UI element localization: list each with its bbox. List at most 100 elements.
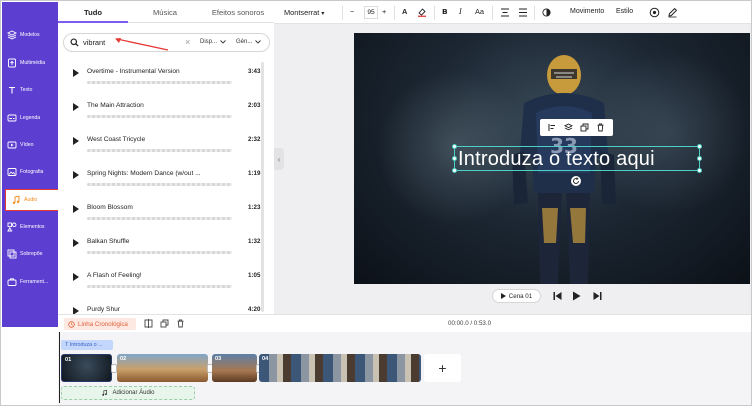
sidebar-item-video[interactable]: Vídeo [2, 134, 58, 156]
timeline-button[interactable]: Linha Cronológica [64, 318, 136, 330]
resize-handle[interactable] [452, 156, 457, 161]
list-item[interactable]: The Main Attraction 2:03 [58, 92, 274, 126]
align-center-icon[interactable] [500, 8, 510, 17]
availability-filter-dropdown[interactable]: Disp... [200, 39, 226, 45]
resize-handle[interactable] [697, 156, 702, 161]
bold-button[interactable]: B [442, 7, 448, 16]
play-icon[interactable] [572, 291, 581, 301]
movement-button[interactable]: Movimento [570, 8, 604, 15]
caption-icon [7, 114, 17, 122]
resize-handle[interactable] [697, 168, 702, 173]
play-icon[interactable] [73, 205, 79, 213]
resize-handle[interactable] [452, 168, 457, 173]
tab-tudo[interactable]: Tudo [58, 2, 128, 23]
music-note-icon [12, 195, 20, 204]
resize-handle[interactable] [697, 144, 702, 149]
chevron-left-icon: ‹ [277, 154, 281, 164]
genre-filter-dropdown[interactable]: Gén... [236, 39, 262, 45]
play-icon[interactable] [73, 239, 79, 247]
trash-icon[interactable] [596, 123, 605, 132]
video-preview-canvas[interactable]: 33 Introduza o texto aqui [354, 33, 750, 284]
effects-icon[interactable] [649, 7, 660, 18]
play-icon[interactable] [73, 307, 79, 314]
overlay-icon [7, 249, 17, 259]
trash-icon[interactable] [176, 319, 185, 328]
clear-search-icon[interactable]: × [185, 37, 190, 47]
shapes-icon [7, 222, 17, 232]
resize-handle[interactable] [452, 144, 457, 149]
playhead[interactable] [59, 332, 60, 403]
edit-pencil-icon[interactable] [667, 7, 678, 18]
sidebar-item-ferramentas[interactable]: Ferrament... [2, 271, 58, 293]
font-size-input[interactable]: 95 [364, 6, 378, 19]
clip-number: 04 [262, 356, 269, 362]
waveform [87, 285, 232, 288]
tab-musica[interactable]: Música [130, 2, 200, 23]
rotate-handle[interactable] [571, 176, 581, 186]
timeline-clip[interactable]: 04 [259, 354, 421, 382]
text-icon [9, 86, 15, 94]
collapse-panel-button[interactable]: ‹ [274, 148, 284, 170]
list-item[interactable]: Purdy Shur 4:20 [58, 296, 274, 314]
sidebar-item-fotografia[interactable]: Fotografia [2, 161, 58, 183]
text-color-button[interactable]: A [402, 7, 407, 16]
list-item[interactable]: A Flash of Feeling! 1:05 [58, 262, 274, 296]
scene-play-button[interactable]: Cena 01 [492, 289, 541, 303]
annotation-arrow-icon [115, 38, 169, 51]
next-icon[interactable] [593, 291, 602, 301]
waveform [87, 81, 232, 84]
list-item[interactable]: West Coast Tricycle 2:32 [58, 126, 274, 160]
list-item[interactable]: Balkan Shuffle 1:32 [58, 228, 274, 262]
waveform [87, 251, 232, 254]
scene-label: Cena 01 [508, 292, 533, 300]
sidebar-item-multimedia[interactable]: Multimédia [2, 52, 58, 74]
align-icon[interactable] [548, 123, 557, 132]
play-icon[interactable] [73, 171, 79, 179]
text-chip-label: Introduza o ... [69, 342, 103, 348]
sidebar-item-elementos[interactable]: Elementos [2, 216, 58, 238]
video-icon [7, 141, 17, 149]
font-size-decrease-button[interactable]: − [350, 7, 354, 16]
scrollbar[interactable] [261, 62, 264, 312]
opacity-icon[interactable] [542, 8, 551, 17]
list-item[interactable]: Spring Nights: Modern Dance (w/out ... 1:… [58, 160, 274, 194]
font-family-select[interactable]: Montserrat ▾ [284, 8, 324, 17]
play-icon[interactable] [73, 137, 79, 145]
text-element[interactable]: Introduza o texto aqui [452, 144, 702, 173]
duplicate-icon[interactable] [160, 319, 169, 328]
list-item[interactable]: Bloom Blossom 1:23 [58, 194, 274, 228]
canvas-text[interactable]: Introduza o texto aqui [458, 148, 655, 171]
add-clip-button[interactable]: + [424, 354, 461, 382]
sidebar-item-sobrepoe[interactable]: Sobrepõe [2, 243, 58, 265]
play-icon[interactable] [73, 103, 79, 111]
duplicate-icon[interactable] [580, 123, 589, 132]
add-audio-button[interactable]: Adicionar Áudio [61, 386, 195, 400]
sidebar-item-legenda[interactable]: Legenda [2, 107, 58, 129]
italic-button[interactable]: I [459, 7, 462, 16]
clip-number: 02 [120, 356, 127, 362]
play-icon[interactable] [73, 69, 79, 77]
sidebar-item-audio[interactable]: Áudio [5, 189, 59, 211]
text-track-chip[interactable]: T Introduza o ... [61, 340, 113, 350]
font-size-increase-button[interactable]: + [382, 7, 386, 16]
filter-label: Gén... [236, 39, 253, 45]
sidebar-item-label: Multimédia [20, 60, 46, 66]
timeline-clip[interactable]: 02 [117, 354, 208, 382]
tab-efeitos-sonoros[interactable]: Efeitos sonoros [202, 2, 274, 23]
track-duration: 2:03 [248, 102, 261, 109]
element-mini-toolbar [540, 119, 613, 136]
sidebar-item-texto[interactable]: Texto [2, 79, 58, 101]
previous-icon[interactable] [553, 291, 562, 301]
split-icon[interactable] [144, 319, 153, 328]
layers-icon[interactable] [563, 123, 573, 132]
waveform [87, 183, 232, 186]
text-case-button[interactable]: Aa [475, 7, 484, 16]
timeline-clip[interactable]: 03 [212, 354, 257, 382]
highlight-fill-icon[interactable] [417, 7, 427, 17]
line-spacing-icon[interactable] [518, 8, 528, 17]
style-button[interactable]: Estilo [616, 8, 633, 15]
list-item[interactable]: Overtime - Instrumental Version 3:43 [58, 58, 274, 92]
play-icon[interactable] [73, 273, 79, 281]
sidebar-item-modelos[interactable]: Modelos [2, 24, 58, 46]
timeline-clip[interactable]: 01 [61, 354, 112, 382]
